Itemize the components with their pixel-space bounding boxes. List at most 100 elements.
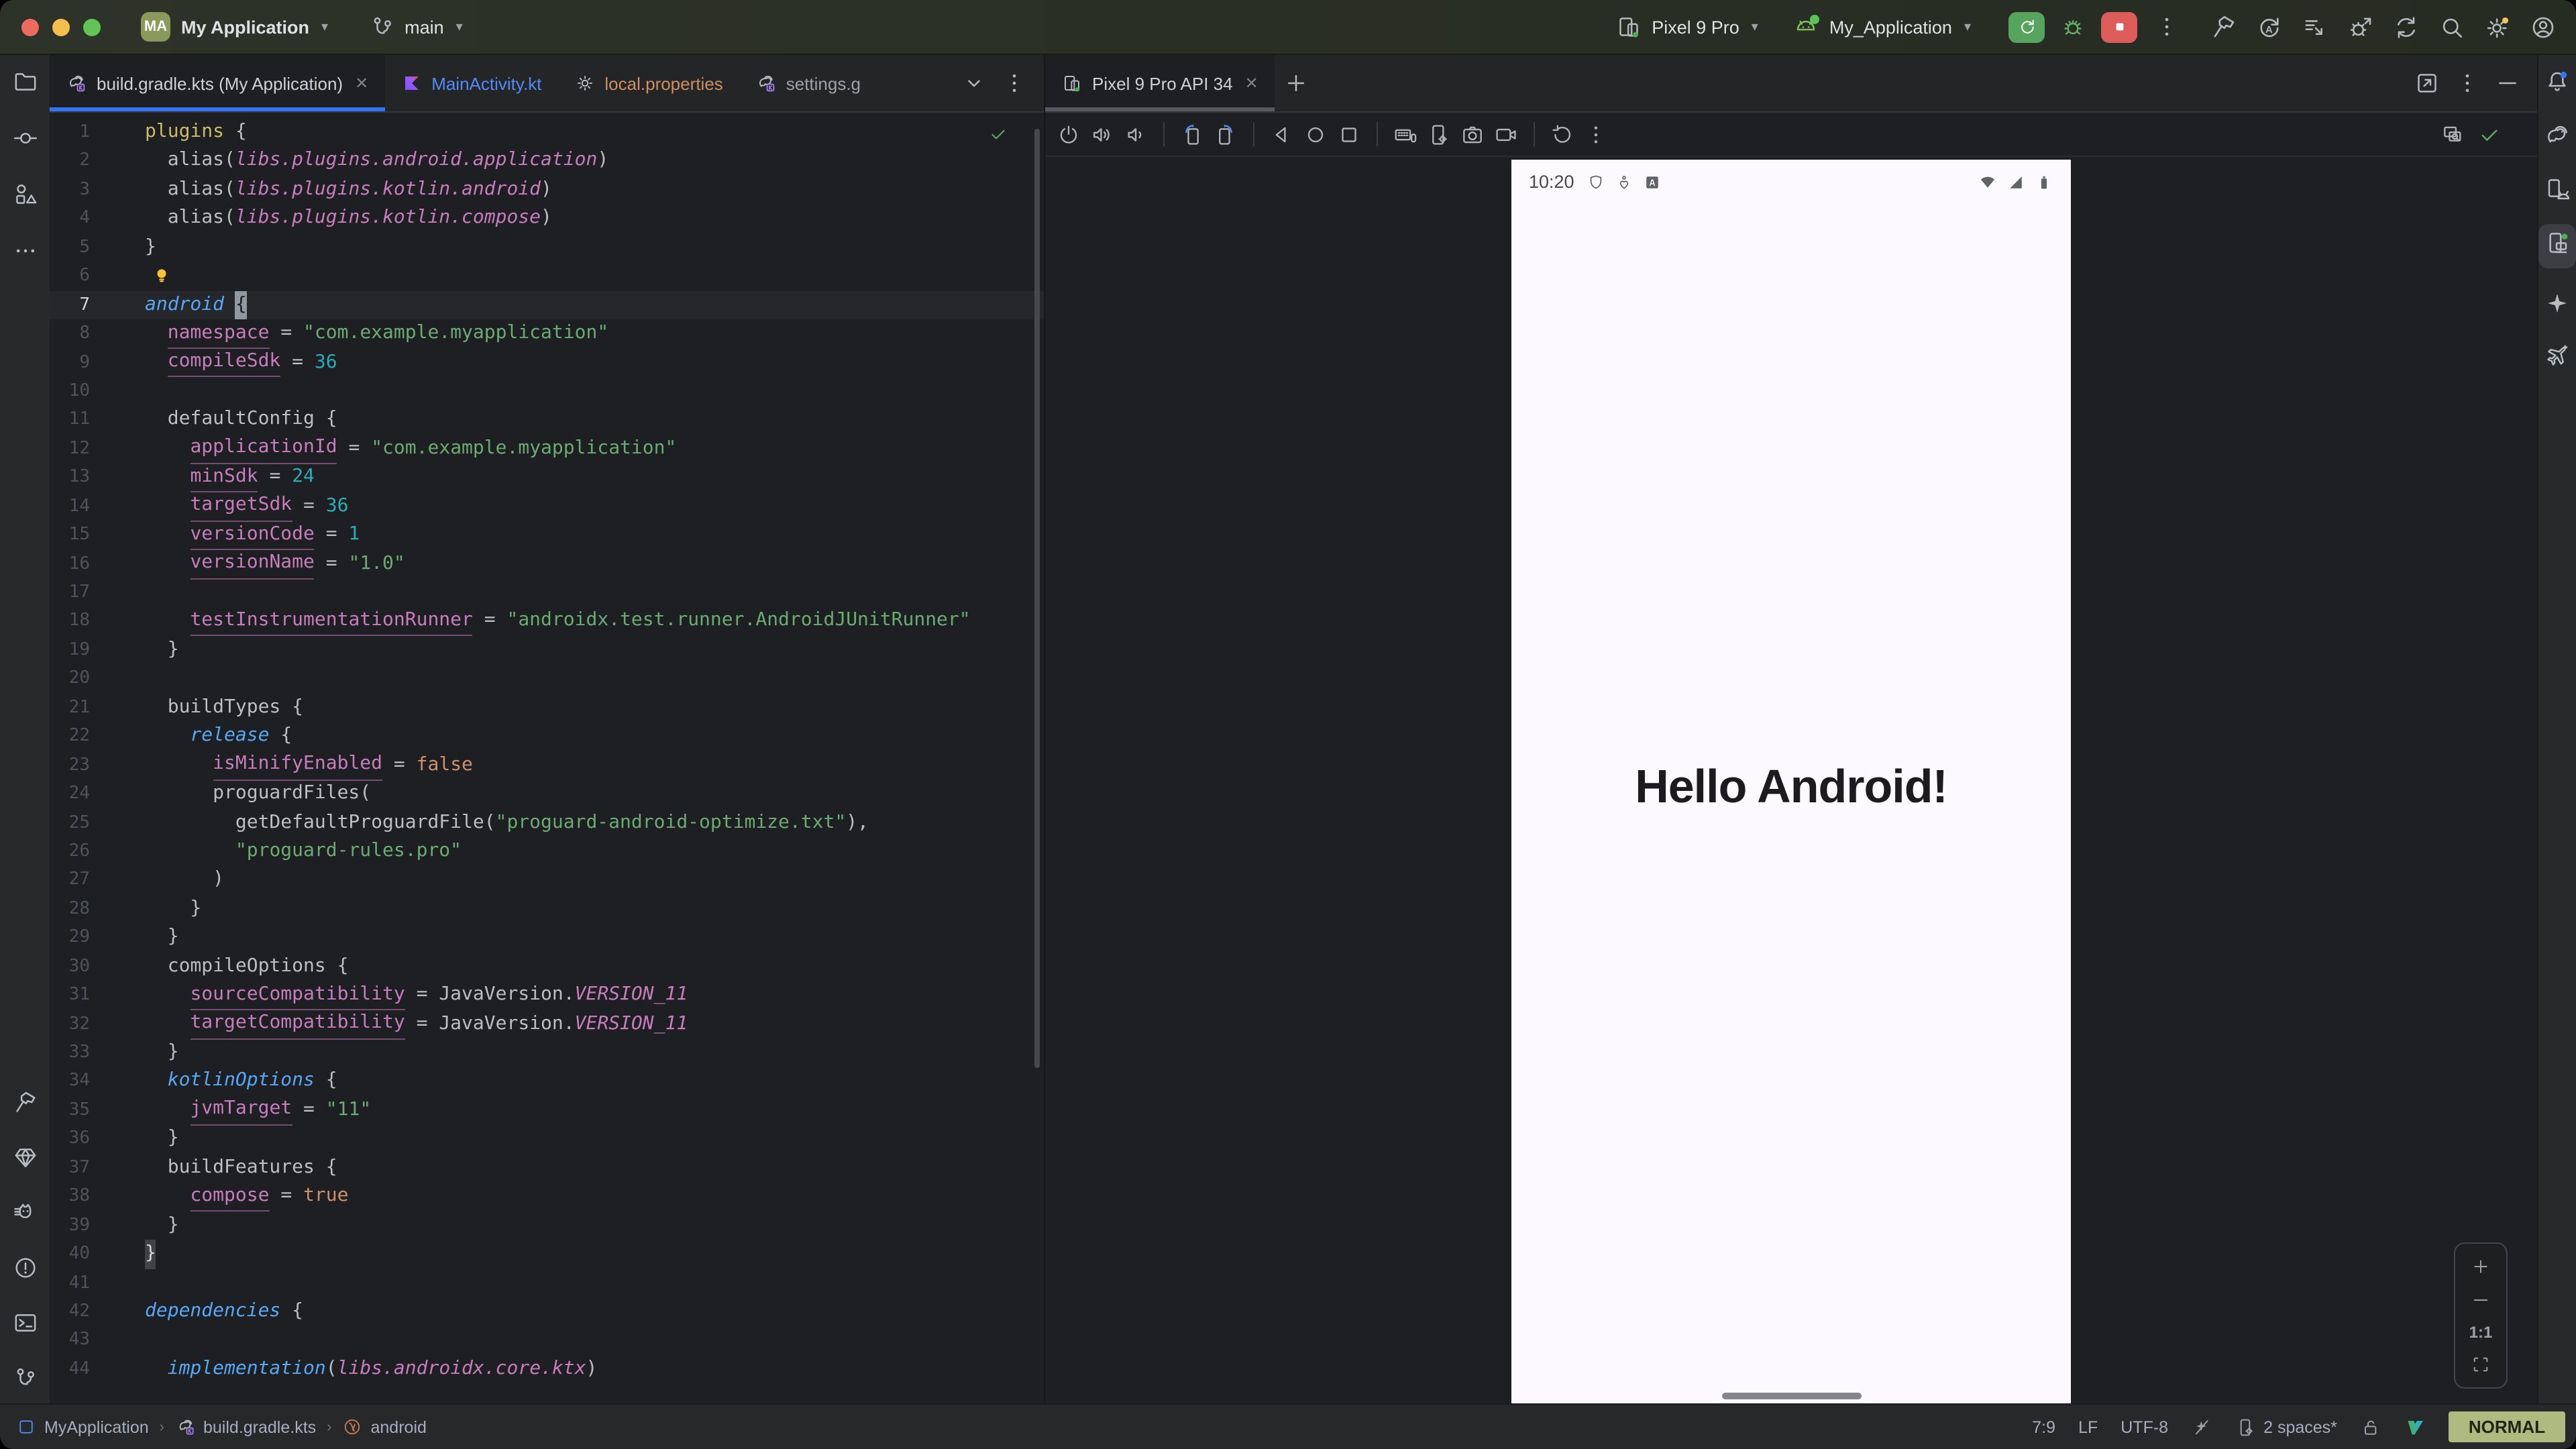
code-line-5[interactable]: 5} — [50, 233, 1044, 262]
code-line-3[interactable]: 3 alias(libs.plugins.kotlin.android) — [50, 176, 1044, 205]
code-line-1[interactable]: 1plugins { — [50, 118, 1044, 147]
zoom-actual-size-button[interactable]: 1:1 — [2469, 1323, 2493, 1342]
logcat-cat-icon[interactable] — [11, 1199, 38, 1226]
project-folder-icon[interactable] — [11, 68, 38, 95]
unlocked-icon[interactable] — [2360, 1416, 2381, 1438]
code-line-38[interactable]: 38 compose = true — [50, 1182, 1044, 1211]
code-line-31[interactable]: 31 sourceCompatibility = JavaVersion.VER… — [50, 981, 1044, 1010]
attach-debugger-icon[interactable] — [2347, 13, 2375, 41]
more-vertical-icon[interactable] — [1001, 70, 1028, 97]
breadcrumb-file[interactable]: build.gradle.kts — [203, 1417, 316, 1436]
resource-manager-icon[interactable] — [11, 181, 38, 208]
code-line-24[interactable]: 24 proguardFiles( — [50, 780, 1044, 808]
code-line-36[interactable]: 36 } — [50, 1125, 1044, 1154]
code-line-16[interactable]: 16 versionName = "1.0" — [50, 549, 1044, 578]
inspections-ok-icon[interactable] — [2477, 121, 2502, 147]
gradle-elephant-icon[interactable] — [2544, 122, 2571, 149]
vim-icon[interactable] — [2404, 1416, 2426, 1438]
line-ending[interactable]: LF — [2078, 1417, 2098, 1436]
code-line-30[interactable]: 30 compileOptions { — [50, 952, 1044, 981]
volume-down-icon[interactable] — [1123, 121, 1148, 147]
emulator-screen[interactable]: 10:20 Hello Android! — [1511, 160, 2071, 1405]
commit-icon[interactable] — [11, 125, 38, 152]
code-line-37[interactable]: 37 buildFeatures { — [50, 1154, 1044, 1183]
layout-inspector-icon[interactable] — [2440, 121, 2466, 147]
breadcrumb-element[interactable]: android — [371, 1417, 427, 1436]
tab-build-gradle[interactable]: build.gradle.kts (My Application) ✕ — [50, 55, 384, 111]
tab-local-properties[interactable]: local.properties — [557, 55, 739, 111]
apply-changes-icon[interactable]: A — [2255, 13, 2284, 41]
problems-icon[interactable] — [11, 1254, 38, 1281]
code-line-35[interactable]: 35 jvmTarget = "11" — [50, 1096, 1044, 1125]
zoom-out-button[interactable] — [2470, 1289, 2491, 1311]
editor-scrollbar[interactable] — [1034, 129, 1040, 1068]
more-vertical-icon[interactable] — [2454, 70, 2481, 97]
code-line-44[interactable]: 44 implementation(libs.androidx.core.ktx… — [50, 1355, 1044, 1384]
account-icon[interactable] — [2529, 13, 2557, 41]
app-insights-gem-icon[interactable] — [11, 1144, 38, 1171]
debug-button[interactable] — [2059, 13, 2086, 40]
device-settings-icon[interactable] — [1426, 121, 1452, 147]
chevron-down-icon[interactable] — [961, 70, 987, 97]
code-line-42[interactable]: 42dependencies { — [50, 1297, 1044, 1326]
indent-setting[interactable]: 2 spaces* — [2235, 1416, 2337, 1438]
code-line-39[interactable]: 39 } — [50, 1211, 1044, 1240]
device-selector[interactable]: Pixel 9 Pro ▾ — [1615, 13, 1758, 40]
code-line-8[interactable]: 8 namespace = "com.example.myapplication… — [50, 319, 1044, 348]
device-manager-icon[interactable] — [2544, 176, 2571, 203]
code-line-27[interactable]: 27 ) — [50, 866, 1044, 895]
code-line-29[interactable]: 29 } — [50, 924, 1044, 953]
more-actions-button[interactable] — [2153, 13, 2180, 40]
breadcrumb[interactable]: MyApplication › build.gradle.kts › andro… — [16, 1417, 427, 1437]
rotate-left-icon[interactable] — [1179, 121, 1205, 147]
settings-icon[interactable] — [2483, 13, 2512, 41]
gradle-sync-icon[interactable] — [2392, 13, 2420, 41]
code-line-20[interactable]: 20 — [50, 665, 1044, 694]
add-device-tab-button[interactable] — [1275, 55, 1318, 111]
tab-mainactivity[interactable]: MainActivity.kt — [384, 55, 557, 111]
more-horizontal-icon[interactable] — [11, 237, 38, 264]
home-icon[interactable] — [1303, 121, 1328, 147]
ai-assistant-off-icon[interactable] — [2191, 1416, 2212, 1438]
code-line-40[interactable]: 40} — [50, 1240, 1044, 1269]
code-line-43[interactable]: 43 — [50, 1326, 1044, 1355]
code-line-28[interactable]: 28 } — [50, 895, 1044, 924]
power-icon[interactable] — [1056, 121, 1081, 147]
quickfix-bulb-icon[interactable] — [152, 266, 172, 286]
git-branch-icon[interactable] — [11, 1364, 38, 1391]
search-icon[interactable] — [2438, 13, 2466, 41]
code-line-19[interactable]: 19 } — [50, 636, 1044, 665]
code-line-17[interactable]: 17 — [50, 578, 1044, 607]
code-editor[interactable]: 1plugins {2 alias(libs.plugins.android.a… — [50, 113, 1044, 1405]
window-zoom-button[interactable] — [83, 18, 101, 36]
code-line-10[interactable]: 10 — [50, 377, 1044, 406]
zoom-to-fit-button[interactable] — [2470, 1354, 2491, 1375]
close-icon[interactable]: ✕ — [355, 74, 368, 93]
running-devices-selected[interactable] — [2538, 224, 2576, 268]
rerun-button[interactable] — [2008, 11, 2045, 42]
build-hammer-icon[interactable] — [2210, 13, 2238, 41]
code-line-14[interactable]: 14 targetSdk = 36 — [50, 492, 1044, 521]
navigation-pill[interactable] — [1721, 1393, 1861, 1399]
virtual-keyboard-icon[interactable] — [1393, 121, 1418, 147]
code-line-34[interactable]: 34 kotlinOptions { — [50, 1067, 1044, 1096]
terminal-icon[interactable] — [11, 1309, 38, 1336]
rotate-right-icon[interactable] — [1213, 121, 1238, 147]
open-in-window-icon[interactable] — [2414, 70, 2440, 97]
screenshot-icon[interactable] — [1460, 121, 1485, 147]
caret-position[interactable]: 7:9 — [2032, 1417, 2055, 1436]
ai-sparkle-icon[interactable] — [2544, 290, 2571, 317]
inspections-ok-icon[interactable] — [987, 123, 1009, 145]
code-line-23[interactable]: 23 isMinifyEnabled = false — [50, 751, 1044, 780]
code-line-2[interactable]: 2 alias(libs.plugins.android.application… — [50, 147, 1044, 176]
code-line-33[interactable]: 33 } — [50, 1038, 1044, 1067]
zoom-in-button[interactable] — [2470, 1256, 2491, 1277]
project-selector[interactable]: My Application ▾ — [181, 17, 328, 37]
window-close-button[interactable] — [21, 18, 39, 36]
vcs-branch-selector[interactable]: main ▾ — [368, 13, 463, 40]
breadcrumb-project[interactable]: MyApplication — [44, 1417, 149, 1436]
code-line-21[interactable]: 21 buildTypes { — [50, 694, 1044, 722]
code-line-9[interactable]: 9 compileSdk = 36 — [50, 348, 1044, 377]
build-hammer-icon[interactable] — [11, 1089, 38, 1116]
code-line-41[interactable]: 41 — [50, 1269, 1044, 1297]
